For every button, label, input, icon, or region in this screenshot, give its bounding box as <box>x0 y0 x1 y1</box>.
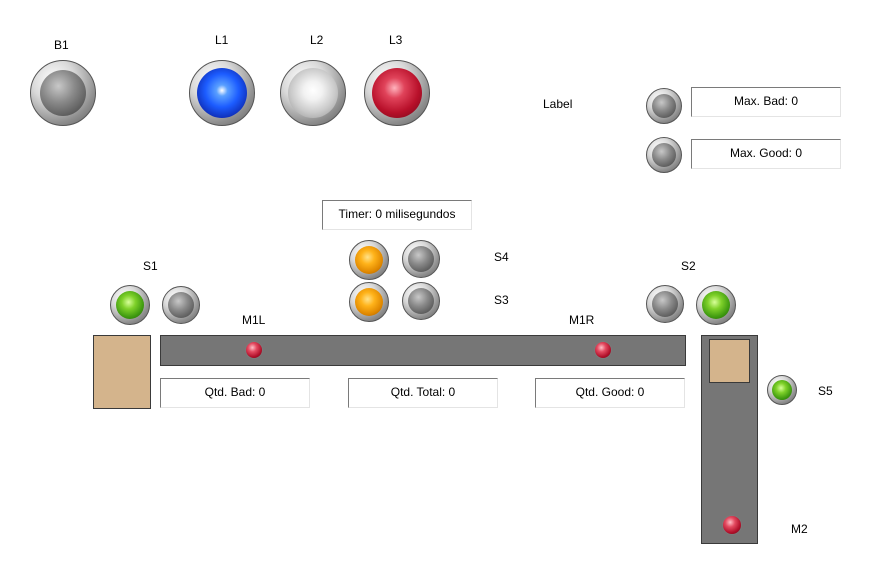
qtd-good-field: Qtd. Good: 0 <box>535 378 685 408</box>
s4-sensor-right-light <box>408 246 434 272</box>
s2-sensor-gray <box>646 285 684 323</box>
s4-sensor-left-light <box>355 246 383 274</box>
s5-label: S5 <box>818 384 833 398</box>
s3-sensor-right-light <box>408 288 434 314</box>
l3-lamp <box>364 60 430 126</box>
max-good-indicator-light <box>652 143 676 167</box>
s4-label: S4 <box>494 250 509 264</box>
qtd-total-field: Qtd. Total: 0 <box>348 378 498 408</box>
l3-label: L3 <box>389 33 403 47</box>
s1-sensor-green-light <box>116 291 144 319</box>
l1-lamp-light <box>197 68 247 118</box>
l1-label: L1 <box>215 33 229 47</box>
b1-button-face <box>40 70 86 116</box>
m1r-motor-indicator <box>594 341 612 359</box>
s5-sensor <box>767 375 797 405</box>
l2-lamp <box>280 60 346 126</box>
s1-sensor-green <box>110 285 150 325</box>
s1-sensor-gray <box>162 286 200 324</box>
s3-sensor-left-light <box>355 288 383 316</box>
s2-sensor-green <box>696 285 736 325</box>
timer-field: Timer: 0 milisegundos <box>322 200 472 230</box>
max-bad-indicator <box>646 88 682 124</box>
s1-label: S1 <box>143 259 158 273</box>
s3-sensor-left <box>349 282 389 322</box>
label-text: Label <box>543 97 573 111</box>
s3-label: S3 <box>494 293 509 307</box>
l2-label: L2 <box>310 33 324 47</box>
max-good-field: Max. Good: 0 <box>691 139 841 169</box>
max-good-indicator <box>646 137 682 173</box>
s2-sensor-gray-light <box>652 291 678 317</box>
qtd-bad-field: Qtd. Bad: 0 <box>160 378 310 408</box>
s5-sensor-light <box>772 380 792 400</box>
l1-lamp <box>189 60 255 126</box>
s2-sensor-green-light <box>702 291 730 319</box>
m1r-label: M1R <box>569 313 595 327</box>
s1-sensor-gray-light <box>168 292 194 318</box>
s4-sensor-left <box>349 240 389 280</box>
b1-label: B1 <box>54 38 69 52</box>
m1l-label: M1L <box>242 313 266 327</box>
m2-motor-indicator <box>722 515 742 535</box>
part-box-right <box>709 339 750 383</box>
m2-label: M2 <box>791 522 808 536</box>
max-bad-field: Max. Bad: 0 <box>691 87 841 117</box>
m1l-motor-indicator <box>245 341 263 359</box>
part-box-left <box>93 335 151 409</box>
l3-lamp-light <box>372 68 422 118</box>
max-bad-indicator-light <box>652 94 676 118</box>
s3-sensor-right <box>402 282 440 320</box>
l2-lamp-light <box>288 68 338 118</box>
s2-label: S2 <box>681 259 696 273</box>
b1-pushbutton[interactable] <box>30 60 96 126</box>
s4-sensor-right <box>402 240 440 278</box>
